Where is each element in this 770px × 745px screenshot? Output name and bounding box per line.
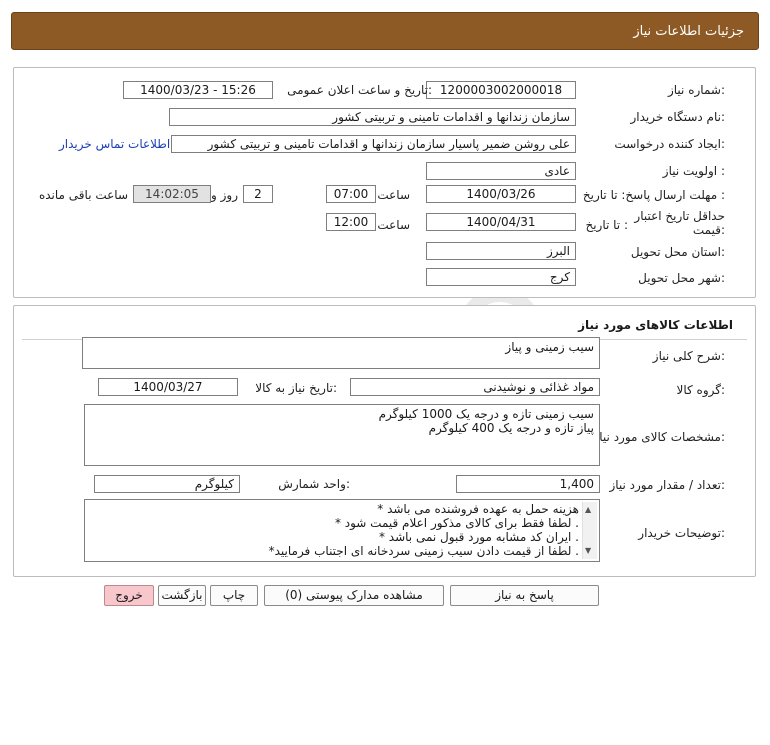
validity-date-field: 1400/04/31 xyxy=(426,213,576,231)
announce-date-field: 1400/03/23 - 15:26 xyxy=(123,81,273,99)
buyer-org-field: سازمان زندانها و اقدامات تامینی و تربیتی… xyxy=(169,108,576,126)
reply-button[interactable]: پاسخ به نیاز xyxy=(450,585,599,606)
city-label: شهر محل تحویل: xyxy=(638,271,725,285)
validity-label-2: قیمت: xyxy=(692,223,725,237)
back-button[interactable]: بازگشت xyxy=(158,585,206,606)
validity-label-1: حداقل تاریخ اعتبار xyxy=(634,209,725,223)
validity-to-label: تا تاریخ : xyxy=(585,218,628,232)
announce-date-label: تاریخ و ساعت اعلان عمومی: xyxy=(287,83,432,97)
goods-section-title: اطلاعات کالاهای مورد نیاز xyxy=(578,318,733,332)
need-date-field: 1400/03/27 xyxy=(98,378,238,396)
print-button[interactable]: چاپ xyxy=(210,585,258,606)
creator-field: علی روشن ضمیر پاسیار سازمان زندانها و اق… xyxy=(171,135,576,153)
goods-specs-label: مشخصات کالای مورد نیاز: xyxy=(593,430,725,444)
remaining-time-label: ساعت باقی مانده xyxy=(38,188,128,202)
view-attachments-button[interactable]: مشاهده مدارک پیوستی (0) xyxy=(264,585,444,606)
notes-line: . ایران کد مشابه مورد قبول نمی باشد * xyxy=(378,530,579,544)
city-field: کرج xyxy=(426,268,576,286)
page-header: جزئیات اطلاعات نیاز xyxy=(11,12,759,50)
deadline-date-field: 1400/03/26 xyxy=(426,185,576,203)
buyer-contact-link[interactable]: اطلاعات تماس خریدار xyxy=(59,137,170,151)
scroll-up-icon[interactable]: ▲ xyxy=(585,503,591,517)
page-title: جزئیات اطلاعات نیاز xyxy=(633,24,744,39)
need-date-label: تاریخ نیاز به کالا: xyxy=(255,381,337,395)
quantity-field: 1,400 xyxy=(456,475,600,493)
scroll-down-icon[interactable]: ▼ xyxy=(585,544,591,558)
creator-label: ایجاد کننده درخواست: xyxy=(614,137,725,151)
deadline-time-label: ساعت xyxy=(377,188,410,202)
days-remaining-field: 2 xyxy=(243,185,273,203)
need-desc-label: شرح کلی نیاز: xyxy=(652,349,725,363)
province-label: استان محل تحویل: xyxy=(630,245,725,259)
validity-time-field: 12:00 xyxy=(326,213,376,231)
goods-group-label: گروه کالا: xyxy=(676,383,726,397)
notes-line: . لطفا از قیمت دادن سیب زمینی سردخانه ای… xyxy=(268,544,579,558)
province-field: البرز xyxy=(426,242,576,260)
buyer-notes-label: توضیحات خریدار: xyxy=(638,526,725,540)
deadline-time-field: 07:00 xyxy=(326,185,376,203)
validity-time-label: ساعت xyxy=(377,218,410,232)
need-number-field: 1200003002000018 xyxy=(426,81,576,99)
goods-specs-field: سیب زمینی تازه و درجه یک 1000 کیلوگرم پی… xyxy=(84,404,600,466)
buyer-org-label: نام دستگاه خریدار: xyxy=(630,110,726,124)
remaining-time-field: 14:02:05 xyxy=(133,185,211,203)
deadline-label: مهلت ارسال پاسخ: تا تاریخ : xyxy=(582,188,725,202)
priority-label: اولویت نیاز : xyxy=(662,164,725,178)
specs-line: پیاز تازه و درجه یک 400 کیلوگرم xyxy=(428,421,594,435)
priority-field: عادی xyxy=(426,162,576,180)
notes-scrollbar[interactable]: ▲ ▼ xyxy=(582,502,597,559)
days-label: روز و xyxy=(211,188,238,202)
notes-line: . لطفا فقط برای کالای مذکور اعلام قیمت ش… xyxy=(334,516,579,530)
need-number-label: شماره نیاز: xyxy=(667,83,725,97)
unit-field: کیلوگرم xyxy=(94,475,240,493)
unit-label: واحد شمارش: xyxy=(278,477,350,491)
buyer-notes-field[interactable]: هزینه حمل به عهده فروشنده می باشد * . لط… xyxy=(84,499,600,562)
goods-info-panel: اطلاعات کالاهای مورد نیاز شرح کلی نیاز: … xyxy=(13,305,756,577)
specs-line: سیب زمینی تازه و درجه یک 1000 کیلوگرم xyxy=(378,407,594,421)
need-desc-field: سیب زمینی و پیاز xyxy=(82,337,600,369)
goods-group-field: مواد غذائی و نوشیدنی xyxy=(350,378,600,396)
notes-line: هزینه حمل به عهده فروشنده می باشد * xyxy=(377,502,579,516)
quantity-label: تعداد / مقدار مورد نیاز: xyxy=(609,478,725,492)
need-info-panel: شماره نیاز: 1200003002000018 تاریخ و ساع… xyxy=(13,67,756,298)
exit-button[interactable]: خروج xyxy=(104,585,154,606)
